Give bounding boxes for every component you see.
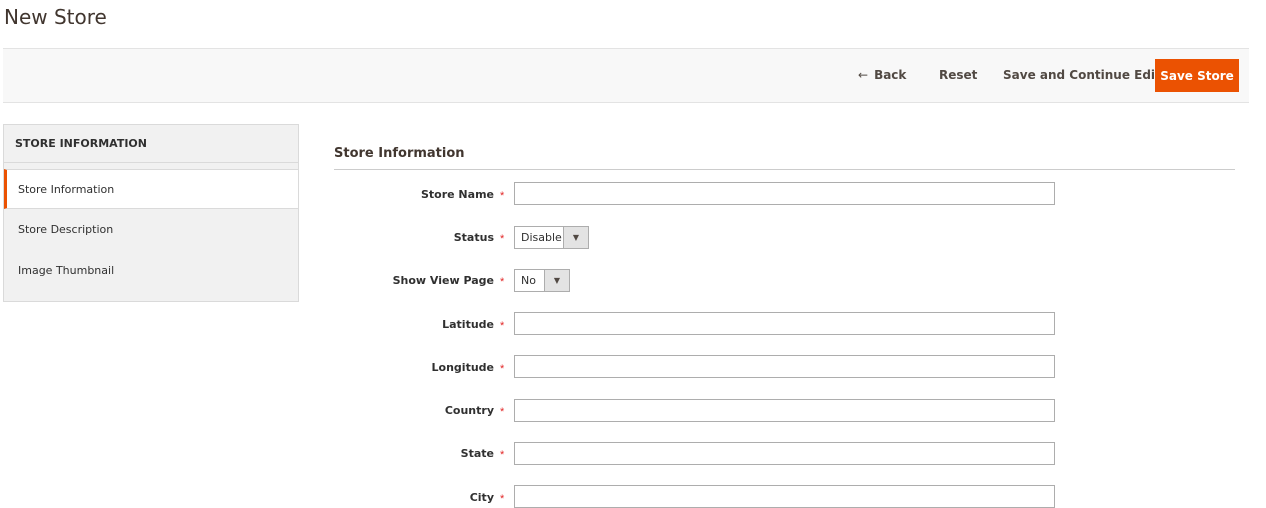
sidebar-item-store-description[interactable]: Store Description	[4, 210, 298, 250]
store-name-label: Store Name	[420, 188, 494, 201]
required-marker: *	[500, 320, 505, 332]
section-divider	[334, 169, 1235, 170]
save-and-continue-button[interactable]: Save and Continue Edit	[1003, 59, 1161, 92]
section-title: Store Information	[334, 146, 465, 161]
status-label: Status	[453, 231, 494, 244]
show-view-page-selected-value: No	[521, 274, 536, 287]
required-marker: *	[500, 493, 505, 505]
chevron-down-icon: ▼	[544, 270, 569, 291]
latitude-label: Latitude	[442, 318, 494, 331]
chevron-down-icon: ▼	[563, 227, 588, 248]
store-name-input[interactable]	[514, 182, 1055, 205]
sidebar-item-label: Store Description	[18, 223, 114, 236]
country-input[interactable]	[514, 399, 1055, 422]
city-input[interactable]	[514, 485, 1055, 508]
save-store-button[interactable]: Save Store	[1155, 59, 1239, 92]
country-label: Country	[444, 404, 494, 417]
sidebar-item-image-thumbnail[interactable]: Image Thumbnail	[4, 251, 298, 291]
sidebar-tabs: STORE INFORMATION Store Information Stor…	[3, 124, 299, 302]
show-view-page-select[interactable]: No ▼	[514, 269, 570, 292]
required-marker: *	[500, 190, 505, 202]
state-input[interactable]	[514, 442, 1055, 465]
required-marker: *	[500, 449, 505, 461]
required-marker: *	[500, 276, 505, 288]
arrow-left-icon: ←	[858, 68, 869, 82]
page-title: New Store	[4, 5, 107, 29]
page-actions-bar: ← Back Reset Save and Continue Edit Save …	[3, 48, 1249, 103]
back-button[interactable]: ← Back	[858, 59, 906, 92]
sidebar-title: STORE INFORMATION	[4, 125, 298, 163]
longitude-input[interactable]	[514, 355, 1055, 378]
status-select[interactable]: Disable ▼	[514, 226, 589, 249]
longitude-label: Longitude	[431, 361, 494, 374]
sidebar-item-label: Store Information	[18, 183, 115, 196]
required-marker: *	[500, 233, 505, 245]
show-view-page-label: Show View Page	[392, 274, 494, 287]
reset-button[interactable]: Reset	[939, 59, 977, 92]
city-label: City	[469, 491, 494, 504]
required-marker: *	[500, 363, 505, 375]
back-label: Back	[874, 68, 907, 82]
status-selected-value: Disable	[521, 231, 562, 244]
latitude-input[interactable]	[514, 312, 1055, 335]
sidebar-item-label: Image Thumbnail	[18, 264, 115, 277]
sidebar-item-store-information[interactable]: Store Information	[4, 169, 298, 209]
required-marker: *	[500, 406, 505, 418]
state-label: State	[460, 447, 494, 460]
